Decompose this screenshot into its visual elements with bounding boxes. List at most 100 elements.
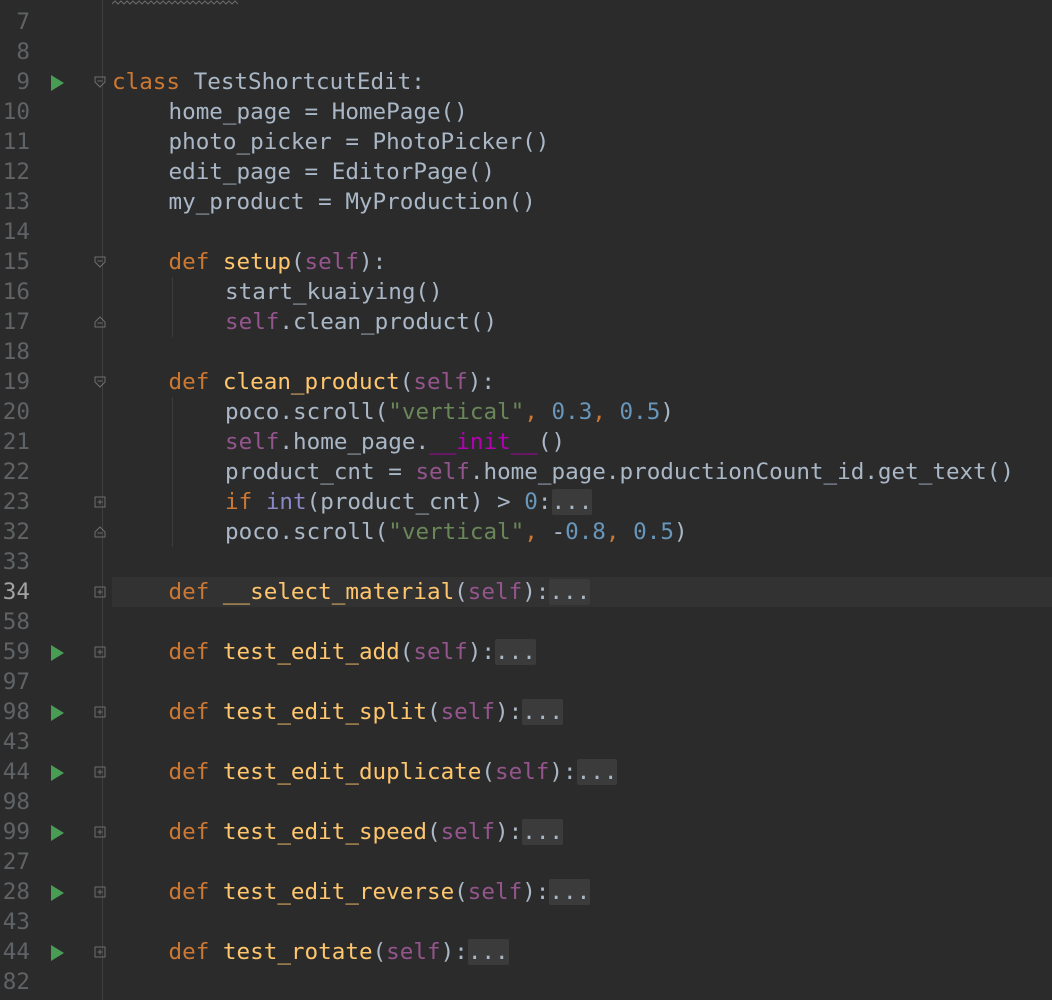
code-text[interactable] (112, 607, 1052, 637)
run-triangle-icon[interactable] (51, 765, 64, 781)
folded-code-placeholder[interactable]: ... (522, 699, 564, 725)
code-text[interactable] (112, 37, 1052, 67)
code-text[interactable]: product_cnt = self.home_page.productionC… (112, 457, 1052, 487)
code-text[interactable]: def test_edit_split(self):... (112, 697, 1052, 727)
code-text[interactable]: self.clean_product() (112, 307, 1052, 337)
run-triangle-icon[interactable] (51, 825, 64, 841)
line-number: 43 (2, 909, 30, 935)
code-text[interactable]: my_product = MyProduction() (112, 187, 1052, 217)
folded-code-placeholder[interactable]: ... (522, 819, 564, 845)
code-line[interactable]: 22 product_cnt = self.home_page.productio… (0, 457, 1052, 487)
code-token: def (168, 939, 223, 965)
fold-expand-icon[interactable] (94, 886, 106, 898)
code-text[interactable]: def test_rotate(self):... (112, 937, 1052, 967)
code-line[interactable]: 16 start_kuaiying() (0, 277, 1052, 307)
code-token: ( (426, 699, 441, 725)
code-line[interactable]: 43 (0, 727, 1052, 757)
code-text[interactable]: def __select_material(self):... (112, 577, 1052, 607)
fold-expand-icon[interactable] (94, 586, 106, 598)
code-line[interactable]: 11 photo_picker = PhotoPicker() (0, 127, 1052, 157)
code-text[interactable] (112, 337, 1052, 367)
code-line[interactable]: 98 def test_edit_split(self):... (0, 697, 1052, 727)
code-line[interactable]: 7 (0, 7, 1052, 37)
code-text[interactable]: def test_edit_reverse(self):... (112, 877, 1052, 907)
code-text[interactable]: start_kuaiying() (112, 277, 1052, 307)
code-text[interactable] (112, 547, 1052, 577)
code-line[interactable]: 13 my_product = MyProduction() (0, 187, 1052, 217)
code-text[interactable] (112, 217, 1052, 247)
code-text[interactable] (112, 727, 1052, 757)
folded-code-placeholder[interactable]: ... (549, 579, 591, 605)
folded-code-placeholder[interactable]: ... (576, 759, 618, 785)
code-line[interactable]: 34 def __select_material(self):... (0, 577, 1052, 607)
code-line[interactable]: 27 (0, 847, 1052, 877)
fold-end-icon[interactable] (94, 526, 106, 538)
folded-code-placeholder[interactable]: ... (551, 489, 593, 515)
run-triangle-icon[interactable] (51, 645, 64, 661)
run-triangle-icon[interactable] (51, 945, 64, 961)
code-line[interactable]: 19 def clean_product(self): (0, 367, 1052, 397)
code-line[interactable]: 99 def test_edit_speed(self):... (0, 817, 1052, 847)
code-line[interactable]: 20 poco.scroll("vertical", 0.3, 0.5) (0, 397, 1052, 427)
code-text[interactable]: def test_edit_speed(self):... (112, 817, 1052, 847)
folded-code-placeholder[interactable]: ... (467, 939, 509, 965)
code-line[interactable]: 98 (0, 787, 1052, 817)
folded-code-placeholder[interactable]: ... (549, 879, 591, 905)
code-text[interactable]: def setup(self): (112, 247, 1052, 277)
code-line[interactable]: 28 def test_edit_reverse(self):... (0, 877, 1052, 907)
code-line[interactable]: 32 poco.scroll("vertical", -0.8, 0.5) (0, 517, 1052, 547)
code-text[interactable]: def test_edit_duplicate(self):... (112, 757, 1052, 787)
code-text[interactable]: home_page = HomePage() (112, 97, 1052, 127)
code-line[interactable]: 59 def test_edit_add(self):... (0, 637, 1052, 667)
code-text[interactable] (112, 667, 1052, 697)
code-line[interactable]: 18 (0, 337, 1052, 367)
code-text[interactable] (112, 7, 1052, 37)
run-triangle-icon[interactable] (51, 75, 64, 91)
code-text[interactable]: self.home_page.__init__() (112, 427, 1052, 457)
code-text[interactable] (112, 847, 1052, 877)
code-text[interactable]: poco.scroll("vertical", -0.8, 0.5) (112, 517, 1052, 547)
run-triangle-icon[interactable] (51, 705, 64, 721)
code-line[interactable]: 43 (0, 907, 1052, 937)
fold-end-icon[interactable] (94, 316, 106, 328)
folded-code-placeholder[interactable]: ... (495, 639, 536, 665)
code-text[interactable] (112, 967, 1052, 997)
code-line[interactable]: 97 (0, 667, 1052, 697)
fold-collapse-icon[interactable] (94, 376, 106, 388)
code-line[interactable]: 8 (0, 37, 1052, 67)
code-text[interactable]: edit_page = EditorPage() (112, 157, 1052, 187)
code-text[interactable]: if int(product_cnt) > 0:... (112, 487, 1052, 517)
fold-expand-icon[interactable] (94, 496, 106, 508)
code-text[interactable]: class TestShortcutEdit: (112, 67, 1052, 97)
code-line[interactable]: 12 edit_page = EditorPage() (0, 157, 1052, 187)
code-line[interactable]: 9 class TestShortcutEdit: (0, 67, 1052, 97)
fold-expand-icon[interactable] (94, 646, 106, 658)
run-triangle-icon[interactable] (51, 885, 64, 901)
fold-collapse-icon[interactable] (94, 256, 106, 268)
code-token: if (225, 489, 266, 515)
code-text[interactable]: def clean_product(self): (112, 367, 1052, 397)
code-text[interactable] (112, 907, 1052, 937)
code-text[interactable] (112, 787, 1052, 817)
fold-collapse-icon[interactable] (94, 76, 106, 88)
code-line[interactable]: 58 (0, 607, 1052, 637)
code-line[interactable]: 21 self.home_page.__init__() (0, 427, 1052, 457)
code-line[interactable]: 10 home_page = HomePage() (0, 97, 1052, 127)
code-editor[interactable]: 7 8 9 class TestShortcutEdit: 10 home_page = … (0, 0, 1052, 1000)
code-text[interactable]: poco.scroll("vertical", 0.3, 0.5) (112, 397, 1052, 427)
code-line[interactable]: 15 def setup(self): (0, 247, 1052, 277)
fold-expand-icon[interactable] (94, 766, 106, 778)
code-text[interactable]: photo_picker = PhotoPicker() (112, 127, 1052, 157)
code-line[interactable]: 82 (0, 967, 1052, 997)
fold-expand-icon[interactable] (94, 706, 106, 718)
fold-expand-icon[interactable] (94, 826, 106, 838)
code-line[interactable]: 44 def test_rotate(self):... (0, 937, 1052, 967)
fold-expand-icon[interactable] (94, 946, 106, 958)
code-line[interactable]: 17 self.clean_product() (0, 307, 1052, 337)
code-line[interactable]: 33 (0, 547, 1052, 577)
code-line[interactable]: 23 if int(product_cnt) > 0:... (0, 487, 1052, 517)
code-line[interactable]: 14 (0, 217, 1052, 247)
code-text[interactable]: def test_edit_add(self):... (112, 637, 1052, 667)
line-number: 22 (2, 459, 30, 485)
code-line[interactable]: 44 def test_edit_duplicate(self):... (0, 757, 1052, 787)
